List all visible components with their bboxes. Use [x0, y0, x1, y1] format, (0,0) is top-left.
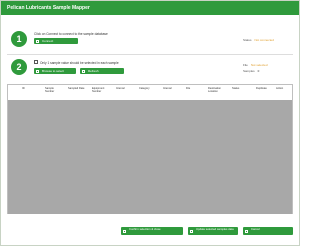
- refresh-icon: [82, 69, 85, 73]
- folder-icon: [36, 69, 39, 73]
- samples-count: Samples 0: [243, 69, 260, 73]
- column-header[interactable]: Category: [139, 87, 157, 90]
- step-1-badge: 1: [11, 31, 27, 47]
- cancel-button[interactable]: Cancel: [243, 227, 293, 235]
- column-header[interactable]: Equipment Number: [92, 87, 110, 93]
- samples-table[interactable]: ID Sample Number Sampled Date Equipment …: [7, 84, 293, 214]
- connection-status: Status Not connected: [243, 38, 274, 42]
- column-header[interactable]: File: [186, 87, 204, 90]
- column-header[interactable]: Destination Location: [208, 87, 226, 93]
- plug-icon: [36, 39, 39, 43]
- single-sample-checkbox-label: Only 1 sample value should be selected i…: [40, 60, 119, 65]
- upload-icon: [190, 229, 193, 233]
- window-title-bar: Pelican Lubricants Sample Mapper: [1, 1, 299, 15]
- table-body[interactable]: [8, 100, 292, 214]
- step-2-badge: 2: [11, 59, 27, 75]
- close-icon: [245, 229, 248, 233]
- column-header[interactable]: Interval: [116, 87, 134, 90]
- column-header[interactable]: Status: [232, 87, 250, 90]
- column-header[interactable]: ID: [22, 87, 40, 90]
- browse-button[interactable]: Browse to select: [34, 68, 76, 74]
- column-header[interactable]: Action: [276, 87, 294, 90]
- window-title: Pelican Lubricants Sample Mapper: [7, 5, 90, 11]
- check-icon: [123, 229, 126, 233]
- update-samples-button[interactable]: Update selected samples data: [188, 227, 238, 235]
- table-header: ID Sample Number Sampled Date Equipment …: [8, 85, 292, 101]
- refresh-button[interactable]: Refresh: [80, 68, 124, 74]
- column-header[interactable]: Sample Number: [45, 87, 63, 93]
- step-1-instruction: Click on Connect to connect to the sampl…: [34, 32, 108, 36]
- column-header[interactable]: Duplicate: [256, 87, 274, 90]
- section-divider: [7, 54, 293, 55]
- confirm-close-button[interactable]: Confirm selection & close: [121, 227, 183, 235]
- column-header[interactable]: Interval: [163, 87, 181, 90]
- column-header[interactable]: Sampled Date: [68, 87, 86, 90]
- single-sample-checkbox[interactable]: [34, 60, 38, 64]
- file-status: File Not selected: [243, 63, 268, 67]
- connect-button[interactable]: Connect: [34, 38, 78, 44]
- app-window: Pelican Lubricants Sample Mapper 1 Click…: [0, 0, 300, 246]
